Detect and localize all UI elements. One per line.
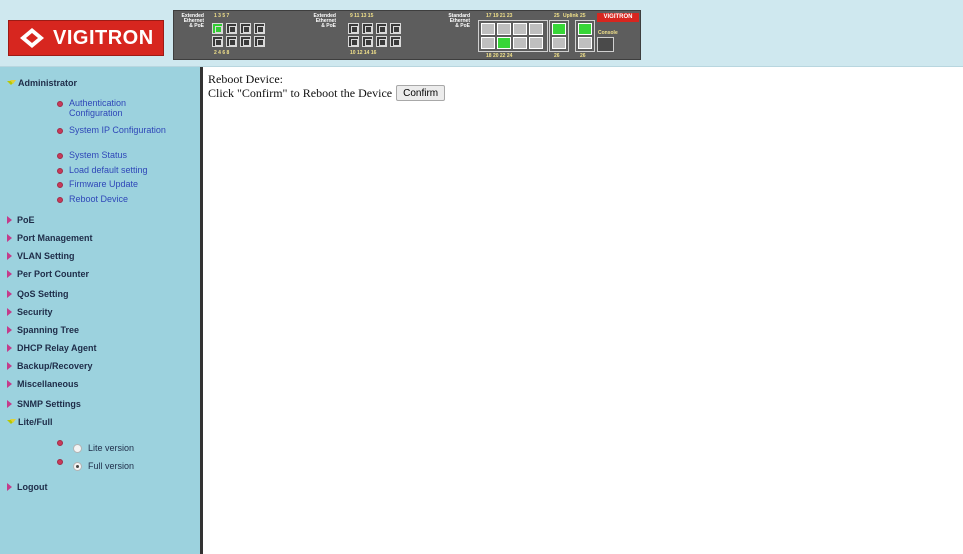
- port-9[interactable]: [348, 23, 359, 34]
- nav-snmp-settings[interactable]: SNMP Settings: [7, 399, 81, 409]
- group2-bottom-numbers: 10 12 14 16: [350, 50, 377, 56]
- full-version-radio[interactable]: [73, 461, 82, 471]
- port-2[interactable]: [212, 36, 223, 47]
- bullet-icon: [57, 182, 63, 188]
- port-26b[interactable]: [578, 37, 592, 49]
- port-24[interactable]: [529, 37, 543, 49]
- port-13[interactable]: [376, 23, 387, 34]
- nav-per-port-counter[interactable]: Per Port Counter: [7, 269, 89, 279]
- nav-qos-setting[interactable]: QoS Setting: [7, 289, 69, 299]
- collapsed-arrow-icon: [7, 234, 14, 242]
- port-19[interactable]: [497, 23, 511, 35]
- group1-label: Extended Ethernet & PoE: [181, 13, 204, 29]
- uplink-extra-bottom: 26: [580, 53, 586, 59]
- port-14[interactable]: [376, 36, 387, 47]
- port-4[interactable]: [226, 36, 237, 47]
- nav-lite-full[interactable]: Lite/Full: [7, 417, 53, 427]
- port-15[interactable]: [390, 23, 401, 34]
- collapsed-arrow-icon: [7, 308, 14, 316]
- port-25b[interactable]: [578, 23, 592, 35]
- nav-reboot-device[interactable]: Reboot Device: [69, 194, 179, 204]
- nav-system-status[interactable]: System Status: [69, 150, 179, 160]
- nav-vlan-setting[interactable]: VLAN Setting: [7, 251, 75, 261]
- port-11[interactable]: [362, 23, 373, 34]
- port-8[interactable]: [254, 36, 265, 47]
- logo-text: VIGITRON: [53, 26, 154, 49]
- group1-top-numbers: 1 3 5 7: [214, 13, 230, 19]
- port-6[interactable]: [240, 36, 251, 47]
- collapsed-arrow-icon: [7, 252, 14, 260]
- header-bar: VIGITRON Extended Ethernet & PoE 1 3 5 7…: [0, 0, 963, 67]
- group3-label: Standard Ethernet & PoE: [448, 13, 470, 29]
- console-label: Console: [598, 30, 618, 36]
- nav-spanning-tree[interactable]: Spanning Tree: [7, 325, 79, 335]
- collapsed-arrow-icon: [7, 362, 14, 370]
- reboot-instruction: Click "Confirm" to Reboot the Device: [208, 85, 393, 100]
- expanded-arrow-icon: [7, 418, 16, 426]
- logo-diamond-icon: [20, 28, 44, 48]
- port-7[interactable]: [254, 23, 265, 34]
- collapsed-arrow-icon: [7, 380, 14, 388]
- panel-logo: VIGITRON: [597, 13, 639, 22]
- port-10[interactable]: [348, 36, 359, 47]
- group2-label: Extended Ethernet & PoE: [313, 13, 336, 29]
- port-25[interactable]: [552, 23, 566, 35]
- port-26[interactable]: [552, 37, 566, 49]
- group3-top-numbers: 17 19 21 23: [486, 13, 513, 19]
- collapsed-arrow-icon: [7, 270, 14, 278]
- nav-administrator[interactable]: Administrator: [7, 78, 77, 88]
- reboot-instruction-row: Click "Confirm" to Reboot the Device Con…: [208, 85, 446, 101]
- uplink-label: Uplink: [563, 13, 579, 19]
- port-1[interactable]: [212, 23, 223, 34]
- port-18[interactable]: [481, 37, 495, 49]
- port-23[interactable]: [529, 23, 543, 35]
- nav-dhcp-relay-agent[interactable]: DHCP Relay Agent: [7, 343, 97, 353]
- port-16[interactable]: [390, 36, 401, 47]
- expanded-arrow-icon: [7, 79, 16, 87]
- sidebar-nav: Administrator Authentication Configurati…: [0, 67, 203, 554]
- vigitron-logo: VIGITRON: [8, 20, 164, 56]
- nav-poe[interactable]: PoE: [7, 215, 35, 225]
- port-12[interactable]: [362, 36, 373, 47]
- collapsed-arrow-icon: [7, 290, 14, 298]
- nav-port-management[interactable]: Port Management: [7, 233, 93, 243]
- bullet-icon: [57, 101, 63, 107]
- collapsed-arrow-icon: [7, 216, 14, 224]
- nav-system-ip-configuration[interactable]: System IP Configuration: [69, 125, 179, 135]
- port-17[interactable]: [481, 23, 495, 35]
- console-port[interactable]: [597, 37, 614, 52]
- port-3[interactable]: [226, 23, 237, 34]
- nav-security[interactable]: Security: [7, 307, 53, 317]
- full-version-option[interactable]: Full version: [57, 461, 134, 471]
- nav-miscellaneous[interactable]: Miscellaneous: [7, 379, 79, 389]
- lite-version-radio[interactable]: [73, 443, 82, 453]
- port-5[interactable]: [240, 23, 251, 34]
- nav-load-default-setting[interactable]: Load default setting: [69, 165, 179, 175]
- uplink-top-number: 25: [554, 13, 560, 19]
- bullet-icon: [57, 153, 63, 159]
- bullet-icon: [57, 128, 63, 134]
- lite-version-option[interactable]: Lite version: [57, 443, 134, 453]
- nav-authentication-configuration[interactable]: Authentication Configuration: [69, 98, 179, 118]
- uplink-bottom-number: 26: [554, 53, 560, 59]
- port-20[interactable]: [497, 37, 511, 49]
- port-22[interactable]: [513, 37, 527, 49]
- switch-front-panel: Extended Ethernet & PoE 1 3 5 7 2 4 6 8 …: [173, 10, 641, 60]
- group1-bottom-numbers: 2 4 6 8: [214, 50, 230, 56]
- group3-bottom-numbers: 18 20 22 24: [486, 53, 513, 59]
- collapsed-arrow-icon: [7, 400, 14, 408]
- group2-top-numbers: 9 11 13 15: [350, 13, 374, 19]
- collapsed-arrow-icon: [7, 483, 14, 491]
- bullet-icon: [57, 168, 63, 174]
- bullet-icon: [57, 197, 63, 203]
- port-21[interactable]: [513, 23, 527, 35]
- nav-backup-recovery[interactable]: Backup/Recovery: [7, 361, 93, 371]
- uplink-extra-top: 25: [580, 13, 586, 19]
- nav-firmware-update[interactable]: Firmware Update: [69, 179, 179, 189]
- confirm-button[interactable]: Confirm: [396, 85, 446, 101]
- collapsed-arrow-icon: [7, 326, 14, 334]
- nav-logout[interactable]: Logout: [7, 482, 48, 492]
- collapsed-arrow-icon: [7, 344, 14, 352]
